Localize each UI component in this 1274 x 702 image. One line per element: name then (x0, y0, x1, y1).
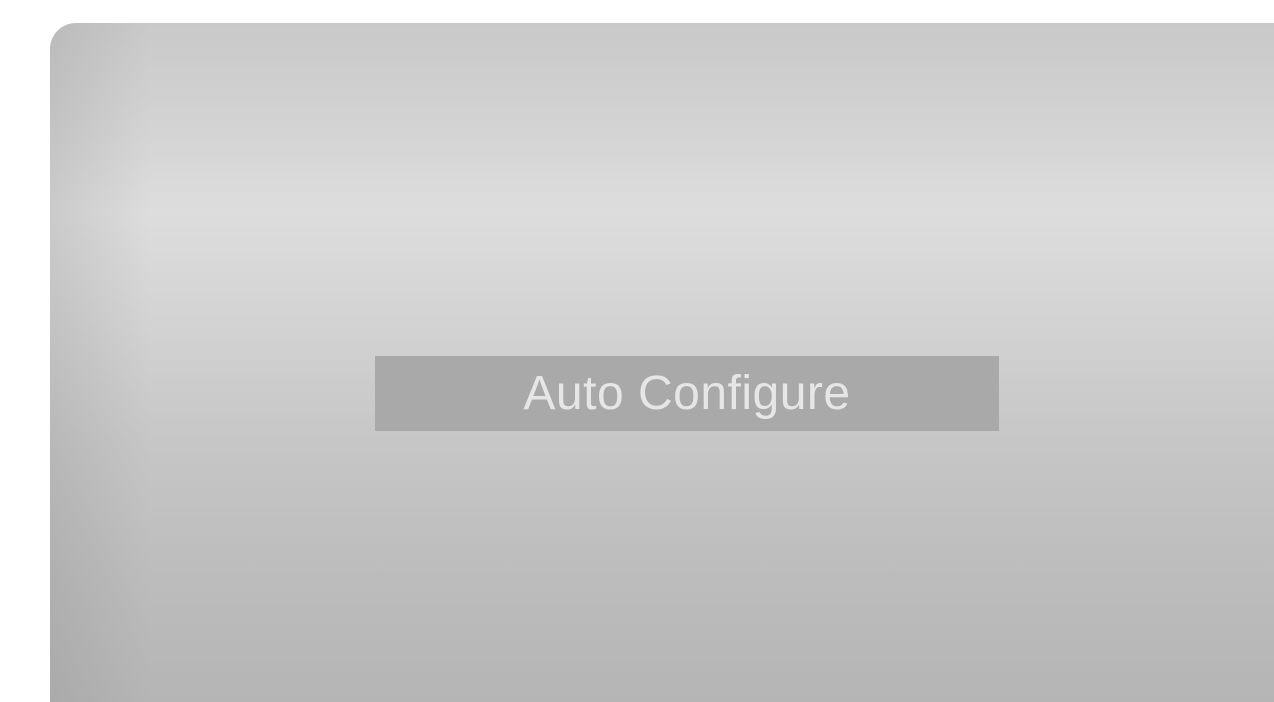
monitor-screen: Auto Configure (50, 23, 1274, 702)
osd-message-label: Auto Configure (523, 366, 851, 420)
osd-message-box: Auto Configure (375, 356, 999, 431)
